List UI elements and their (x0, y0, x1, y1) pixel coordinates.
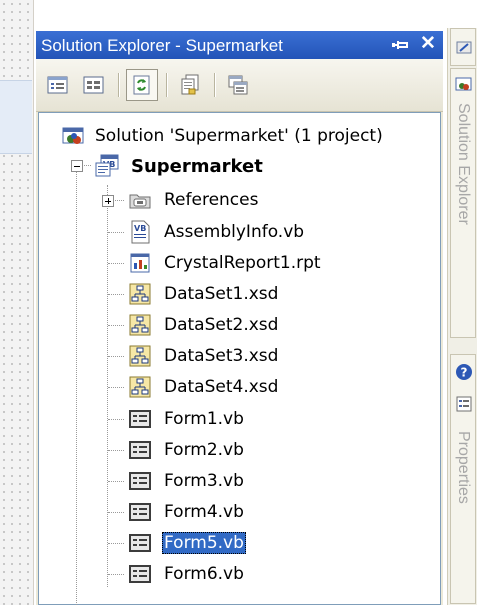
toolbox-icon (456, 41, 472, 54)
references-expand-toggle[interactable] (102, 195, 114, 207)
pin-icon[interactable] (390, 36, 410, 54)
tree-item-label: Form2.vb (164, 440, 244, 460)
toolbox-tab[interactable] (450, 28, 476, 66)
designer-surface (0, 0, 34, 605)
properties-tab[interactable]: ? Properties (450, 354, 476, 604)
view-designer-icon[interactable] (222, 69, 254, 101)
tree-node-crystalreport[interactable]: CrystalReport1.rpt (127, 248, 323, 278)
tree-connector (108, 481, 124, 482)
project-collapse-toggle[interactable] (71, 160, 83, 172)
close-icon[interactable]: ✕ (418, 34, 438, 54)
tree-node-form5[interactable]: Form5.vb (127, 528, 246, 558)
tree-item-label: Form6.vb (164, 564, 244, 584)
solution-icon (61, 123, 87, 149)
show-all-files-icon[interactable] (78, 69, 110, 101)
panel-title: Solution Explorer - Supermarket (41, 36, 283, 55)
solution-explorer-icon (455, 77, 472, 91)
tree-node-dataset4[interactable]: DataSet4.xsd (127, 372, 280, 402)
tree-connector (108, 356, 124, 357)
dataset-icon (127, 374, 153, 400)
tree-item-label: DataSet2.xsd (164, 315, 279, 335)
solution-explorer-tab-label: Solution Explorer (455, 103, 472, 225)
solution-tree[interactable]: Solution 'Supermarket' (1 project) VB Su… (38, 112, 441, 605)
tree-item-label: DataSet3.xsd (164, 346, 279, 366)
tree-node-project[interactable]: VB Supermarket (95, 151, 265, 181)
tree-connector (108, 263, 124, 264)
tree-item-label: CrystalReport1.rpt (164, 253, 321, 273)
svg-text:VB: VB (134, 224, 146, 233)
tree-item-label: AssemblyInfo.vb (164, 222, 305, 242)
tree-node-dataset1[interactable]: DataSet1.xsd (127, 279, 280, 309)
tree-node-form4[interactable]: Form4.vb (127, 497, 246, 527)
tree-connector (108, 387, 124, 388)
side-tab-strip: Solution Explorer ? Properties (447, 28, 477, 605)
properties-icon[interactable] (42, 69, 74, 101)
tree-node-references[interactable]: References (127, 185, 260, 215)
tree-node-dataset2[interactable]: DataSet2.xsd (127, 310, 280, 340)
tree-node-dataset3[interactable]: DataSet3.xsd (127, 341, 280, 371)
form-icon (127, 561, 153, 587)
panel-toolbar (36, 59, 443, 112)
form-icon (127, 406, 153, 432)
dataset-icon (127, 312, 153, 338)
properties-icon (456, 396, 472, 412)
tree-item-label: Form3.vb (164, 471, 244, 491)
dataset-icon (127, 281, 153, 307)
svg-text:?: ? (461, 366, 468, 380)
panel-title-bar[interactable]: Solution Explorer - Supermarket ✕ (36, 31, 443, 59)
tree-node-assemblyinfo[interactable]: VB AssemblyInfo.vb (127, 217, 306, 247)
tree-connector (76, 165, 77, 605)
form-icon (127, 437, 153, 463)
tree-node-form6[interactable]: Form6.vb (127, 559, 246, 589)
tree-node-form3[interactable]: Form3.vb (127, 466, 246, 496)
form-icon (127, 499, 153, 525)
solution-explorer-tab[interactable]: Solution Explorer (450, 68, 476, 338)
tree-connector (108, 450, 124, 451)
tree-connector (108, 574, 124, 575)
crystal-report-icon (127, 250, 153, 276)
tree-item-label: DataSet4.xsd (164, 377, 279, 397)
tree-node-solution[interactable]: Solution 'Supermarket' (1 project) (61, 121, 385, 151)
tree-item-label: Form4.vb (164, 502, 244, 522)
tree-connector (108, 543, 124, 544)
tree-node-form1[interactable]: Form1.vb (127, 404, 246, 434)
tree-item-label: Form1.vb (164, 409, 244, 429)
help-icon: ? (456, 364, 472, 380)
project-label: Supermarket (131, 155, 263, 177)
designer-selection-band (0, 80, 32, 154)
tree-connector (108, 512, 124, 513)
tree-connector (108, 232, 124, 233)
form-icon (127, 468, 153, 494)
toolbar-separator (166, 73, 167, 97)
references-icon (127, 187, 153, 213)
form-icon (127, 530, 153, 556)
tree-item-label: References (164, 190, 259, 210)
dataset-icon (127, 343, 153, 369)
tree-connector (108, 419, 124, 420)
tree-item-label: DataSet1.xsd (164, 284, 279, 304)
tree-item-label-selected: Form5.vb (162, 532, 246, 554)
vb-file-icon: VB (127, 219, 153, 245)
tree-node-form2[interactable]: Form2.vb (127, 435, 246, 465)
vb-project-icon: VB (95, 153, 121, 179)
toolbar-separator (214, 73, 215, 97)
tree-connector (108, 294, 124, 295)
refresh-icon[interactable] (126, 69, 158, 101)
view-code-icon[interactable] (174, 69, 206, 101)
tree-connector (108, 325, 124, 326)
solution-explorer-panel: Solution Explorer - Supermarket ✕ Soluti… (36, 31, 443, 605)
toolbar-separator (118, 73, 119, 97)
solution-label: Solution 'Supermarket' (1 project) (95, 126, 383, 146)
tree-connector (107, 185, 108, 587)
properties-tab-label: Properties (455, 431, 472, 504)
